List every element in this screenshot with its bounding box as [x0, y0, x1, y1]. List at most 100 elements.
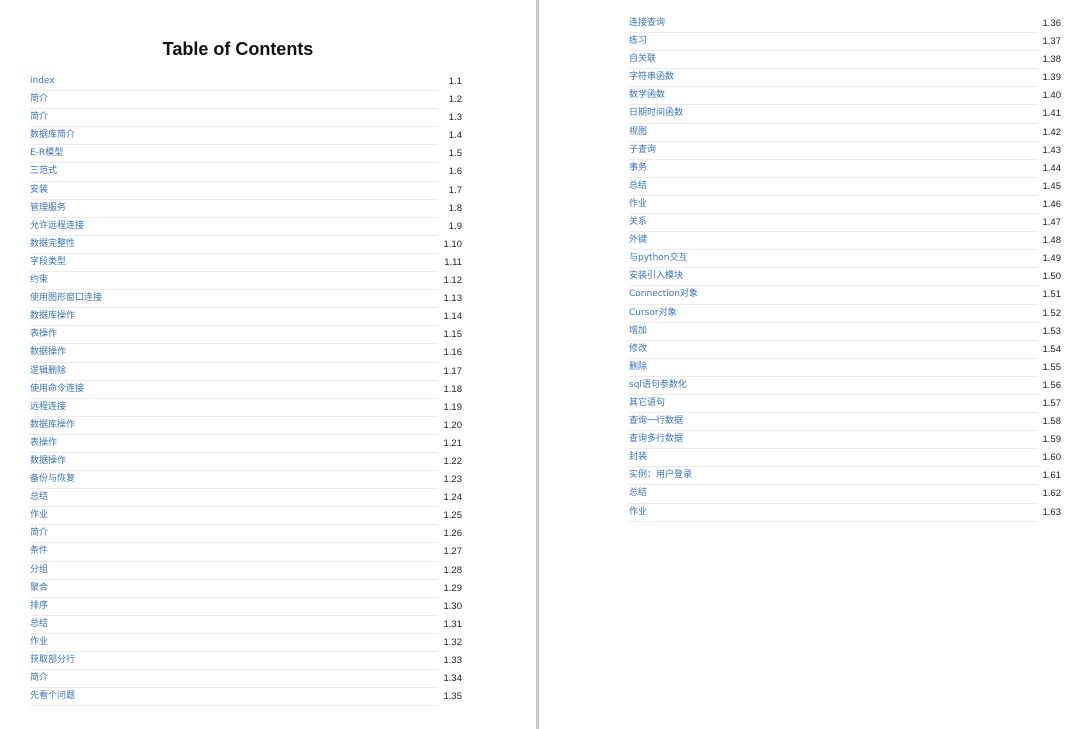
toc-entry: 日期时间函数 1.41 [629, 105, 1061, 124]
toc-entry-link[interactable]: 修改 [629, 341, 647, 358]
toc-entry-number: 1.7 [448, 184, 462, 196]
toc-entry-number: 1.10 [443, 238, 463, 250]
toc-entry-link[interactable]: 总结 [629, 485, 647, 502]
toc-entry-number: 1.21 [443, 437, 463, 449]
toc-entry: 备份与恢复 1.23 [30, 471, 462, 490]
toc-entry-link[interactable]: 使用命令连接 [30, 381, 84, 398]
toc-entry-number: 1.35 [443, 691, 463, 703]
toc-entry-link[interactable]: 数据库操作 [30, 417, 75, 434]
toc-entry-link[interactable]: 字段类型 [30, 254, 66, 271]
toc-entry-number: 1.4 [448, 130, 462, 142]
toc-entry: 管理服务 1.8 [30, 200, 462, 218]
toc-entry-link[interactable]: 连接查询 [629, 15, 665, 32]
toc-entry-link[interactable]: 总结 [30, 616, 48, 633]
toc-entry: sql语句参数化 1.56 [629, 377, 1061, 396]
toc-entry-link[interactable]: 作业 [629, 196, 647, 213]
toc-entry-link[interactable]: 获取部分行 [30, 652, 75, 669]
toc-entry-link[interactable]: 约束 [30, 272, 48, 289]
toc-entry-number: 1.28 [443, 564, 463, 576]
toc-entry-link[interactable]: 日期时间函数 [629, 105, 683, 122]
toc-entry-link[interactable]: 封装 [629, 449, 647, 466]
toc-entry-link[interactable]: 管理服务 [30, 200, 66, 217]
toc-entry-number: 1.34 [443, 673, 463, 685]
toc-entry-number: 1.51 [1042, 289, 1062, 301]
toc-entry-link[interactable]: Cursor对象 [629, 305, 677, 322]
toc-entry-link[interactable]: 简介 [30, 109, 48, 126]
toc-entry-link[interactable]: 排序 [30, 598, 48, 615]
toc-entry-number: 1.29 [443, 582, 463, 594]
toc-entry-link[interactable]: 作业 [30, 634, 48, 651]
toc-entry-link[interactable]: 其它语句 [629, 395, 665, 412]
toc-entry: 总结 1.31 [30, 616, 462, 635]
toc-entry-link[interactable]: 简介 [30, 91, 48, 108]
toc-entry-link[interactable]: E-R模型 [30, 145, 63, 162]
toc-entry-link[interactable]: 关系 [629, 214, 647, 231]
toc-entry-link[interactable]: 增加 [629, 323, 647, 340]
toc-entry-link[interactable]: 条件 [30, 543, 48, 560]
toc-entry: 与python交互 1.49 [629, 250, 1061, 269]
toc-entry-link[interactable]: 允许远程连接 [30, 218, 84, 235]
toc-entry-link[interactable]: 作业 [30, 507, 48, 524]
toc-entry-link[interactable]: 自关联 [629, 51, 656, 68]
toc-entry-link[interactable]: 先看个问题 [30, 688, 75, 705]
toc-entry-link[interactable]: 删除 [629, 359, 647, 376]
toc-entry-link[interactable]: 简介 [30, 525, 48, 542]
toc-entry-link[interactable]: 事务 [629, 160, 647, 177]
toc-entry-link[interactable]: 表操作 [30, 435, 57, 452]
left-page: Table of Contents index 1.1 简介 1.2 简介 1.3 数据库简… [0, 0, 536, 729]
toc-entry-link[interactable]: 三范式 [30, 163, 57, 180]
toc-entry: 简介 1.3 [30, 109, 462, 128]
toc-entry-link[interactable]: 备份与恢复 [30, 471, 75, 488]
toc-entry-number: 1.33 [443, 655, 463, 666]
toc-entry-link[interactable]: 分组 [30, 562, 48, 579]
toc-entry-link[interactable]: 实例：用户登录 [629, 467, 692, 484]
toc-entry-link[interactable]: 表操作 [30, 326, 57, 343]
toc-entry-link[interactable]: 数据操作 [30, 344, 66, 361]
toc-entry-link[interactable]: 总结 [629, 178, 647, 195]
toc-entry-number: 1.13 [443, 293, 463, 305]
toc-entry-link[interactable]: 视图 [629, 124, 647, 141]
toc-entry-number: 1.15 [443, 329, 463, 341]
toc-entry-link[interactable]: sql语句参数化 [629, 377, 687, 394]
toc-entry-number: 1.55 [1042, 361, 1062, 373]
toc-entry-link[interactable]: 逻辑删除 [30, 363, 66, 380]
toc-entry-number: 1.22 [443, 455, 463, 467]
toc-entry-number: 1.57 [1042, 397, 1062, 409]
toc-entry: 数学函数 1.40 [629, 87, 1061, 106]
toc-entry-link[interactable]: 聚合 [30, 580, 48, 597]
toc-entry: 逻辑删除 1.17 [30, 363, 462, 381]
toc-entry-link[interactable]: 使用图形窗口连接 [30, 290, 102, 307]
toc-entry-link[interactable]: index [30, 73, 55, 90]
toc-entry-number: 1.9 [448, 220, 462, 232]
toc-entry-link[interactable]: 外键 [629, 232, 647, 249]
toc-entry-link[interactable]: 数据完整性 [30, 236, 75, 253]
toc-entry-link[interactable]: 与python交互 [629, 250, 687, 267]
toc-entry-number: 1.53 [1042, 325, 1062, 337]
toc-entry-link[interactable]: 练习 [629, 33, 647, 50]
toc-entry-number: 1.32 [443, 636, 463, 648]
toc-entry-link[interactable]: 字符串函数 [629, 69, 674, 86]
toc-entry: 安装 1.7 [30, 182, 462, 200]
toc-entry-number: 1.46 [1042, 198, 1062, 210]
toc-entry: 作业 1.46 [629, 196, 1062, 215]
toc-entry: 子查询 1.43 [629, 142, 1061, 160]
toc-entry-link[interactable]: 简介 [30, 670, 48, 687]
toc-entry-link[interactable]: Connection对象 [629, 286, 698, 303]
toc-entry-link[interactable]: 查询一行数据 [629, 413, 683, 430]
toc-entry-link[interactable]: 数据库简介 [30, 127, 75, 144]
toc-entry-link[interactable]: 数学函数 [629, 87, 665, 104]
toc-entry-link[interactable]: 子查询 [629, 142, 656, 159]
toc-entry: 简介 1.26 [30, 525, 462, 544]
toc-entry-link[interactable]: 远程连接 [30, 399, 66, 416]
toc-entry-link[interactable]: 数据操作 [30, 453, 66, 470]
toc-entry-link[interactable]: 数据库操作 [30, 308, 75, 325]
toc-entry: 外键 1.48 [629, 232, 1061, 251]
toc-entry-link[interactable]: 安装引入模块 [629, 268, 683, 285]
toc-entry-link[interactable]: 作业 [629, 504, 647, 521]
toc-entry: 总结 1.24 [30, 489, 462, 508]
toc-entry-number: 1.8 [448, 202, 462, 214]
toc-entry-link[interactable]: 总结 [30, 489, 48, 506]
toc-entry-link[interactable]: 安装 [30, 182, 48, 199]
toc-entry-link[interactable]: 查询多行数据 [629, 431, 683, 448]
toc-entry-number: 1.19 [443, 401, 463, 413]
